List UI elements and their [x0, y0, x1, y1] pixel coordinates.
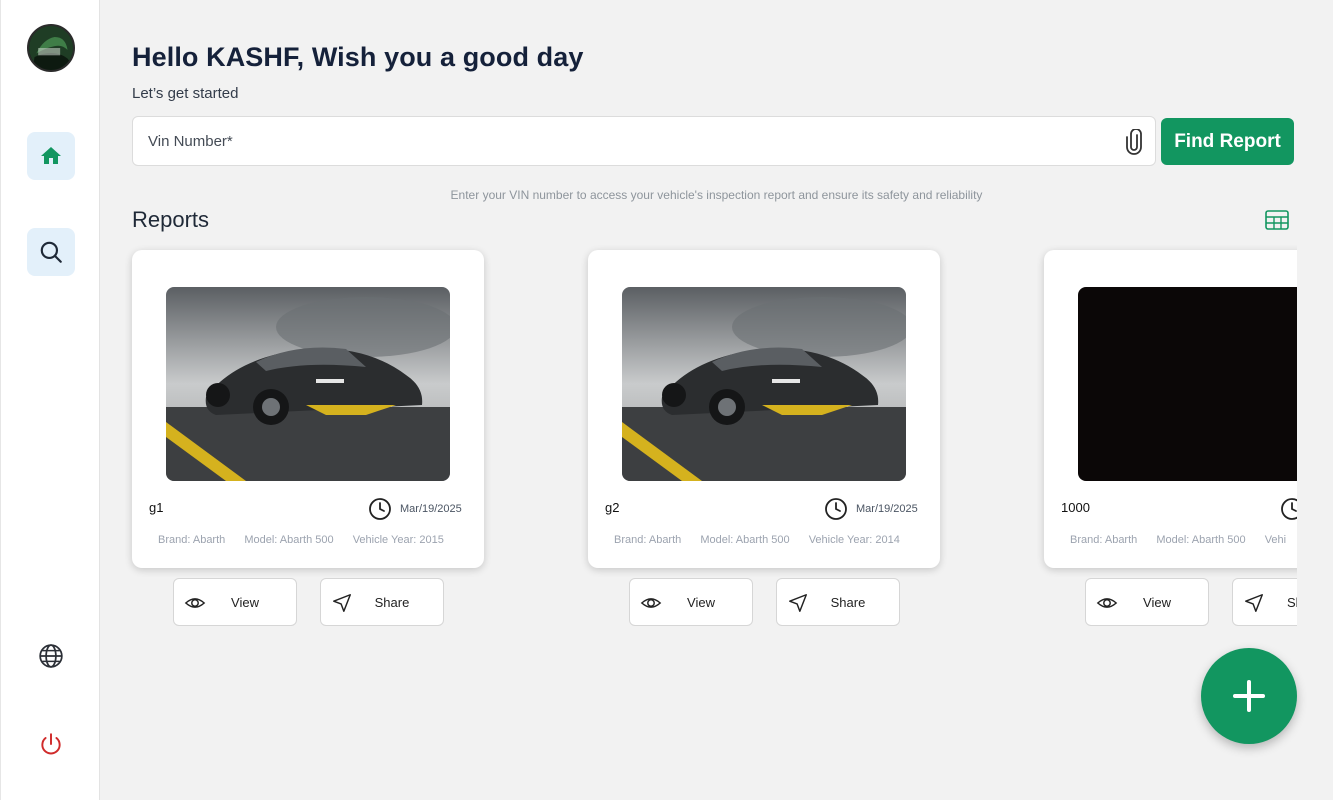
share-button-label: Sh	[1287, 595, 1297, 610]
report-meta: Brand: Abarth Model: Abarth 500 Vehicle …	[614, 534, 916, 546]
page-title: Hello KASHF, Wish you a good day	[132, 42, 584, 72]
find-report-button[interactable]: Find Report	[1161, 118, 1294, 165]
report-year: Vehi	[1264, 534, 1287, 546]
report-year: Vehicle Year: 2015	[352, 534, 444, 546]
vin-number-input[interactable]	[133, 117, 1113, 165]
report-meta: Brand: Abarth Model: Abarth 500 Vehi	[1070, 534, 1297, 546]
report-model: Model: Abarth 500	[244, 534, 334, 546]
sidebar-item-home[interactable]	[27, 132, 75, 180]
report-title: g2	[605, 500, 620, 515]
reports-carousel: g1 Mar/19/2025 Brand: Abarth Model: Abar…	[100, 240, 1297, 640]
share-button-label: Share	[830, 595, 866, 610]
view-button-label: View	[231, 595, 259, 610]
share-button-label: Share	[374, 595, 410, 610]
report-date: Mar/19/2025	[856, 503, 918, 515]
share-button[interactable]: Share	[776, 578, 900, 626]
table-view-icon[interactable]	[1265, 209, 1289, 231]
reports-heading: Reports	[132, 207, 210, 232]
share-button[interactable]: Share	[320, 578, 444, 626]
report-image-dark	[1078, 287, 1297, 481]
view-button[interactable]: View	[173, 578, 297, 626]
clock-icon	[369, 498, 391, 520]
share-button[interactable]: Sh	[1232, 578, 1297, 626]
avatar[interactable]	[27, 24, 75, 72]
page-subtitle: Let’s get started	[132, 85, 239, 102]
paperclip-icon[interactable]	[1123, 129, 1145, 155]
car-image	[622, 287, 906, 481]
sidebar-item-logout[interactable]	[37, 730, 65, 758]
view-button[interactable]: View	[1085, 578, 1209, 626]
report-model: Model: Abarth 500	[1156, 534, 1246, 546]
report-title: 1000	[1061, 500, 1090, 515]
view-button[interactable]: View	[629, 578, 753, 626]
report-brand: Brand: Abarth	[614, 534, 682, 546]
report-brand: Brand: Abarth	[1070, 534, 1138, 546]
report-year: Vehicle Year: 2014	[808, 534, 900, 546]
car-image	[166, 287, 450, 481]
plus-icon	[1233, 680, 1265, 712]
report-brand: Brand: Abarth	[158, 534, 226, 546]
home-icon	[41, 147, 61, 164]
vin-helper-text: Enter your VIN number to access your veh…	[450, 188, 983, 202]
clock-icon	[825, 498, 847, 520]
sidebar-item-language[interactable]	[37, 642, 65, 670]
report-card-group: g1 Mar/19/2025 Brand: Abarth Model: Abar…	[100, 240, 484, 640]
power-icon	[41, 733, 61, 755]
report-card-group: g2 Mar/19/2025 Brand: Abarth Model: Abar…	[556, 240, 940, 640]
report-card-group: 1000 Brand: Abarth Model: Abarth 500 Veh…	[1012, 240, 1297, 640]
globe-icon	[39, 644, 63, 668]
sidebar-item-search[interactable]	[27, 228, 75, 276]
report-title: g1	[149, 500, 164, 515]
report-card[interactable]: g1 Mar/19/2025 Brand: Abarth Model: Abar…	[132, 250, 484, 568]
report-date: Mar/19/2025	[400, 503, 462, 515]
report-card[interactable]: g2 Mar/19/2025 Brand: Abarth Model: Abar…	[588, 250, 940, 568]
report-meta: Brand: Abarth Model: Abarth 500 Vehicle …	[158, 534, 460, 546]
view-button-label: View	[1143, 595, 1171, 610]
search-icon	[40, 241, 62, 263]
vin-search-box	[132, 116, 1156, 166]
clock-icon	[1281, 498, 1297, 520]
report-card[interactable]: 1000 Brand: Abarth Model: Abarth 500 Veh…	[1044, 250, 1297, 568]
sidebar	[0, 0, 100, 800]
report-model: Model: Abarth 500	[700, 534, 790, 546]
add-report-button[interactable]	[1201, 648, 1297, 744]
view-button-label: View	[687, 595, 715, 610]
